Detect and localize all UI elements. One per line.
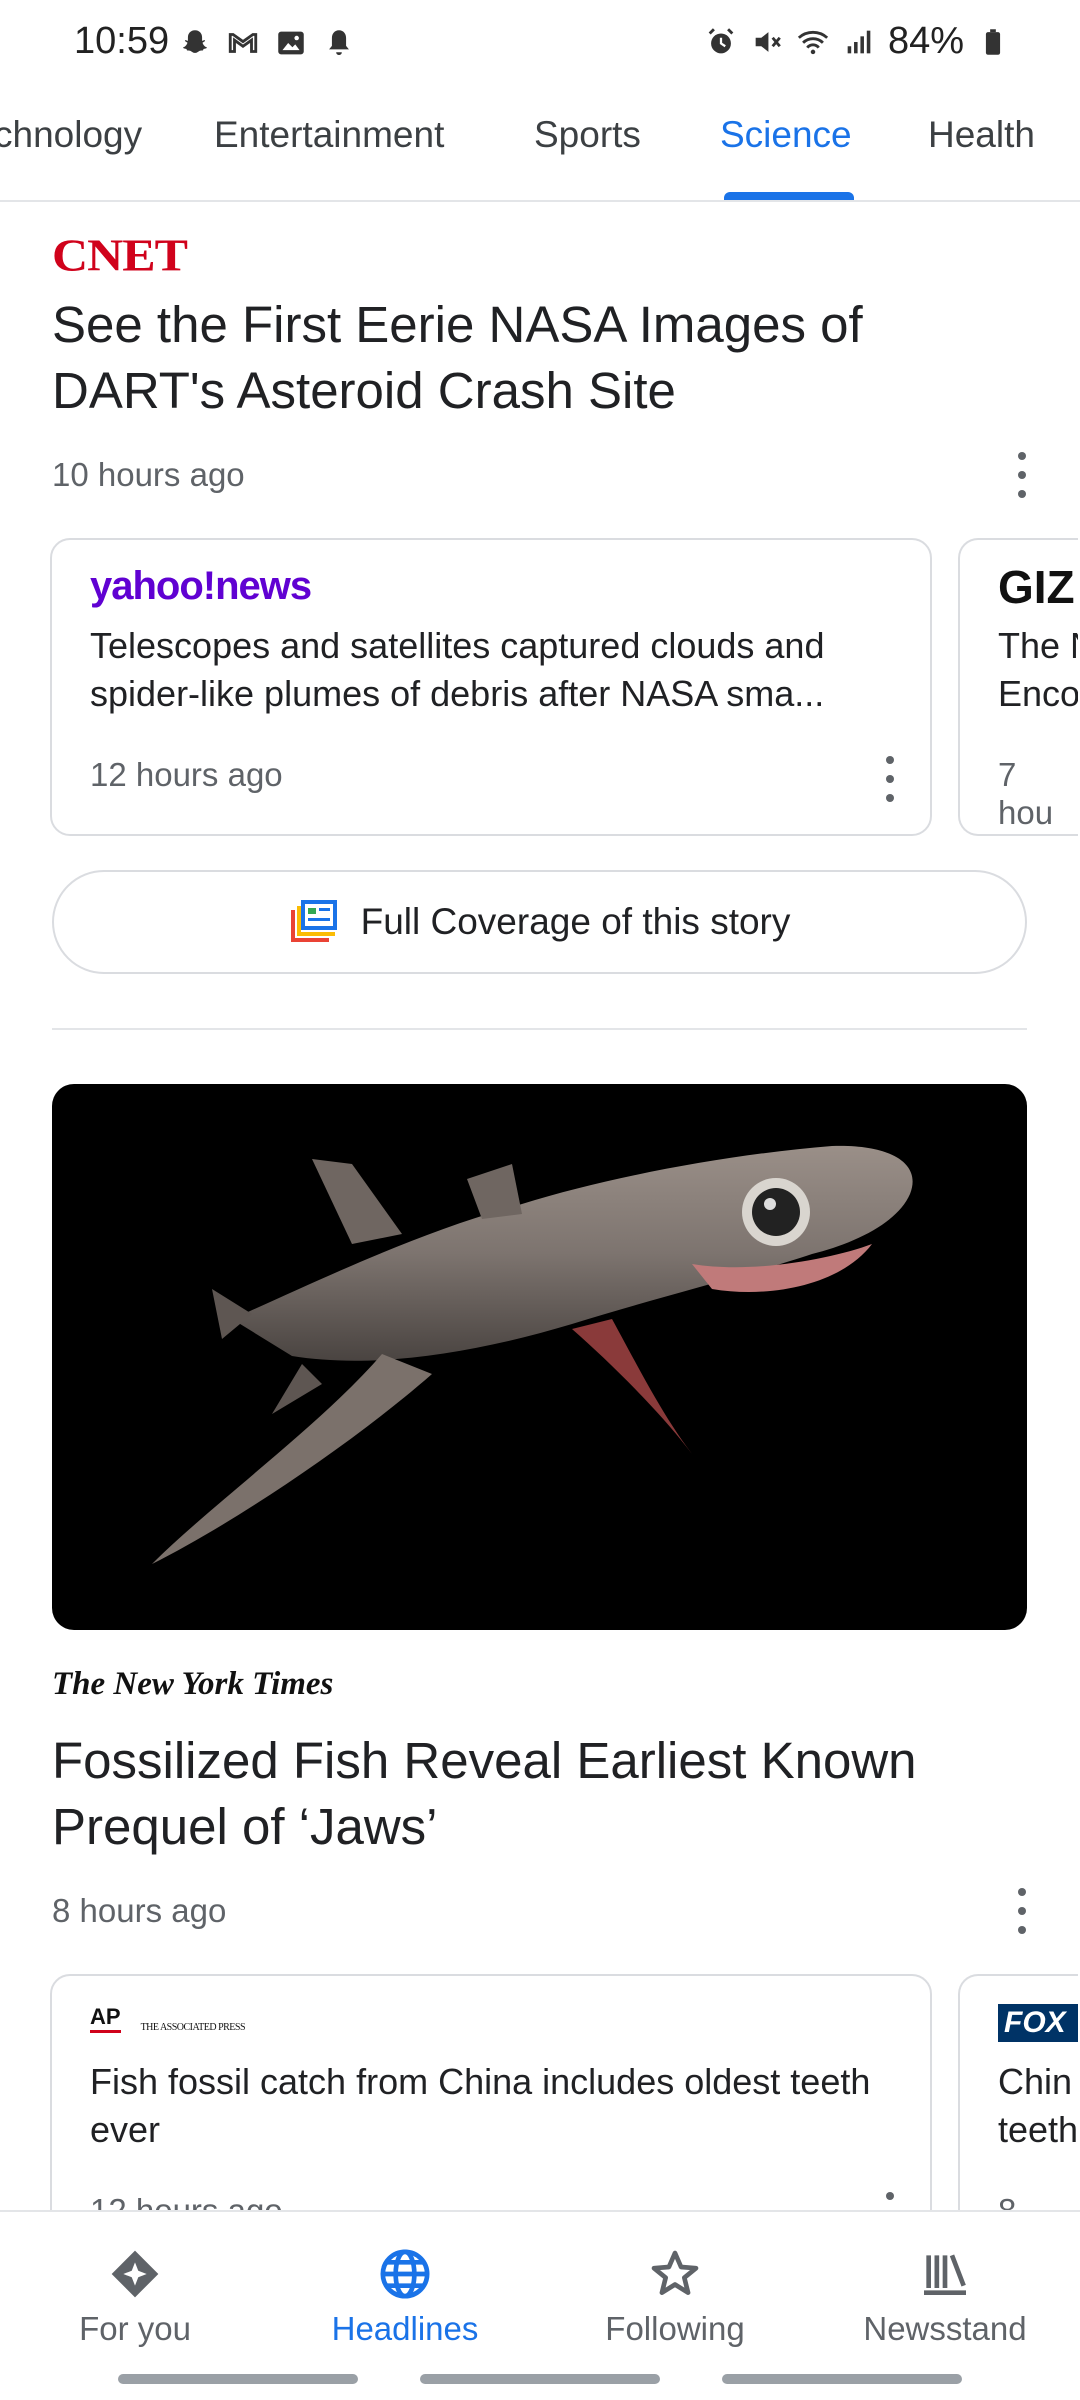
fox-news-logo: FOX (998, 2004, 1078, 2042)
alarm-icon (704, 25, 738, 59)
gizmodo-logo: GIZ (998, 561, 1075, 613)
card-time: 7 hou (998, 756, 1054, 831)
card-text: Telescopes and satellites captured cloud… (90, 625, 825, 714)
story1-time: 10 hours ago (52, 456, 245, 493)
for-you-icon (111, 2250, 159, 2298)
mute-icon (750, 25, 784, 59)
tab-science[interactable]: Science (720, 114, 852, 156)
snapchat-icon (178, 26, 212, 60)
status-time: 10:59 (74, 20, 170, 62)
nav-label: Newsstand (863, 2310, 1027, 2347)
card-text-line: Enco (998, 673, 1078, 714)
signal-icon (842, 25, 876, 59)
nav-label: For you (79, 2310, 191, 2347)
nav-headlines[interactable]: Headlines (270, 2246, 540, 2348)
notification-icons (178, 26, 356, 60)
story2-headline[interactable]: Fossilized Fish Reveal Earliest Known Pr… (52, 1728, 1012, 1860)
gmail-icon (226, 26, 260, 60)
yahoo-news-logo: yahoo!news (90, 564, 312, 608)
ap-subtitle: THE ASSOCIATED PRESS (140, 2022, 246, 2033)
story1-headline[interactable]: See the First Eerie NASA Images of DART'… (52, 292, 1012, 424)
star-icon (651, 2250, 699, 2295)
tab-technology[interactable]: chnology (0, 114, 142, 156)
bottom-navigation: For you Headlines Following Newsstand (0, 2210, 1080, 2400)
card-text-line: teeth (998, 2109, 1078, 2150)
tab-health[interactable]: Health (928, 114, 1035, 156)
globe-icon (380, 2249, 430, 2299)
story-divider (52, 1028, 1027, 1030)
story1-more-icon[interactable] (1012, 452, 1032, 498)
category-tabs: chnology Entertainment Sports Science He… (0, 100, 1080, 202)
wifi-icon (796, 25, 830, 59)
nyt-logo: The New York Times (52, 1666, 334, 1702)
tab-entertainment[interactable]: Entertainment (214, 114, 444, 156)
gesture-bar-left (118, 2374, 358, 2384)
story2-more-icon[interactable] (1012, 1888, 1032, 1934)
bell-icon (322, 26, 356, 60)
nav-following[interactable]: Following (540, 2246, 810, 2348)
tab-sports[interactable]: Sports (534, 114, 641, 156)
card-text-line: The N (998, 625, 1078, 666)
cnet-logo: CNET (52, 229, 188, 281)
ap-mark: AP (90, 2004, 121, 2033)
nav-label: Following (605, 2310, 745, 2347)
full-coverage-icon (289, 900, 339, 944)
gallery-icon (274, 26, 308, 60)
nav-label: Headlines (331, 2310, 479, 2347)
battery-icon (976, 25, 1010, 59)
story1-card-gizmodo[interactable]: GIZ The N Enco 7 hou (958, 538, 1078, 836)
card-text: Chin teeth (998, 2058, 1078, 2154)
full-coverage-label: Full Coverage of this story (360, 901, 791, 942)
gesture-bar-right (722, 2374, 962, 2384)
system-icons: 84% (704, 20, 1010, 63)
story2-hero-image[interactable] (52, 1084, 1027, 1630)
nav-newsstand[interactable]: Newsstand (810, 2246, 1080, 2348)
card-text-line: Chin (998, 2061, 1073, 2102)
nav-for-you[interactable]: For you (0, 2246, 270, 2348)
gesture-bar-center (420, 2374, 660, 2384)
story2-time: 8 hours ago (52, 1892, 227, 1929)
battery-percent: 84% (887, 20, 964, 62)
active-tab-indicator (724, 192, 854, 200)
card-text: The N Enco (998, 622, 1078, 718)
status-bar: 10:59 84% (0, 0, 1080, 84)
card-more-icon[interactable] (880, 756, 900, 802)
ap-logo: AP THE ASSOCIATED PRESS (90, 2004, 246, 2033)
newsstand-icon (924, 2254, 966, 2295)
story1-card-yahoo[interactable]: yahoo!news Telescopes and satellites cap… (50, 538, 932, 836)
card-text: Fish fossil catch from China includes ol… (90, 2061, 871, 2150)
card-time: 12 hours ago (90, 756, 283, 793)
full-coverage-button[interactable]: Full Coverage of this story (52, 870, 1027, 974)
